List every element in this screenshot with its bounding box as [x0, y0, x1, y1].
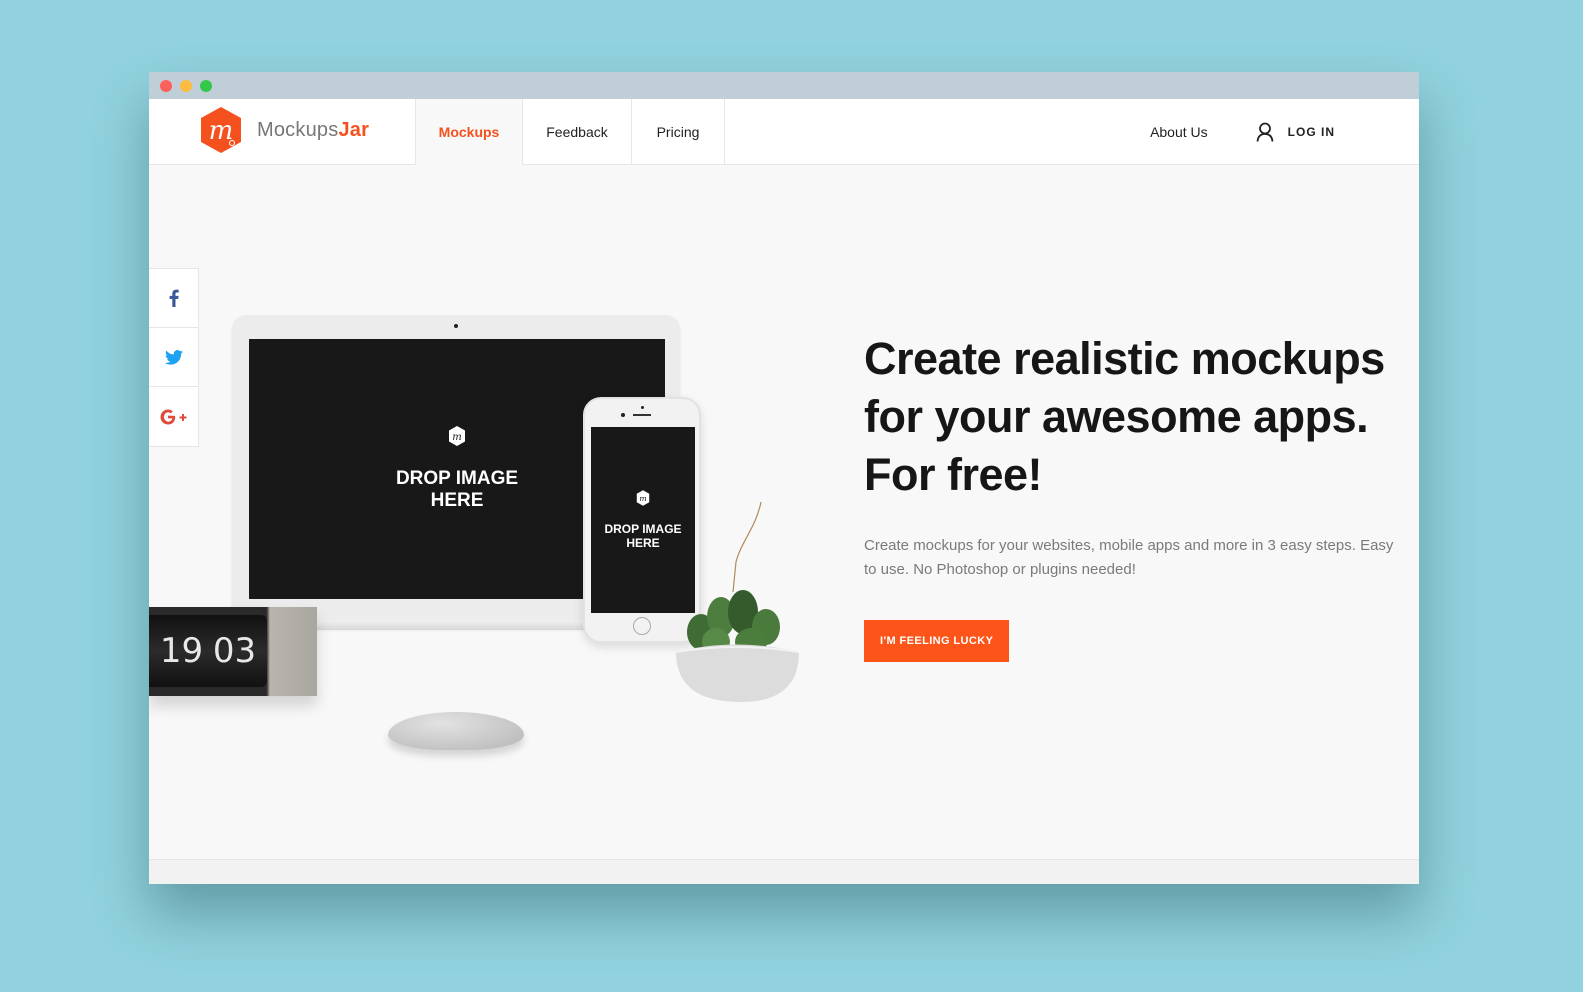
clock-face: 19 03	[149, 615, 267, 687]
share-twitter-button[interactable]	[149, 328, 198, 387]
facebook-icon	[169, 289, 179, 307]
brand-name: MockupsJar	[257, 119, 369, 142]
hero-headline-line3: For free!	[864, 449, 1043, 500]
about-us-link[interactable]: About Us	[1150, 124, 1208, 140]
brand-logo-link[interactable]: m MockupsJar	[199, 106, 369, 154]
login-label: LOG IN	[1287, 125, 1335, 139]
phone-drop-text: DROP IMAGE HERE	[604, 522, 681, 550]
maximize-window-button[interactable]	[200, 80, 212, 92]
minimize-window-button[interactable]	[180, 80, 192, 92]
hero-subtext: Create mockups for your websites, mobile…	[864, 537, 1394, 578]
flip-clock-decoration: 19 03	[149, 607, 317, 696]
phone-speaker	[633, 414, 651, 416]
phone-home-button	[633, 617, 651, 635]
laptop-camera	[454, 324, 458, 328]
laptop-drop-text-line1: DROP IMAGE	[395, 468, 519, 489]
phone-camera	[621, 413, 625, 417]
google-plus-icon	[160, 409, 186, 424]
phone-sensor	[641, 406, 644, 409]
hero-headline-line2: for your awesome apps.	[864, 391, 1369, 442]
hero-section: Create realistic mockups for your awesom…	[864, 330, 1409, 662]
tab-feedback[interactable]: Feedback	[523, 99, 632, 165]
user-icon	[1256, 122, 1274, 142]
svg-text:m: m	[639, 494, 646, 503]
twitter-icon	[164, 349, 183, 365]
browser-window: m MockupsJar Mockups Feedback Pricing Ab…	[149, 72, 1419, 884]
nav-right: About Us LOG IN	[1150, 99, 1335, 165]
hero-headline: Create realistic mockups for your awesom…	[864, 330, 1409, 504]
mockupsjar-hexagon-m-icon: m	[201, 107, 241, 153]
tab-pricing[interactable]: Pricing	[632, 99, 725, 165]
footer-strip	[149, 859, 1419, 884]
laptop-drop-text: DROP IMAGE HERE	[396, 468, 518, 512]
mouse-decoration	[388, 712, 524, 750]
login-button[interactable]: LOG IN	[1256, 122, 1335, 142]
share-facebook-button[interactable]	[149, 269, 198, 328]
feeling-lucky-button[interactable]: I'M FEELING LUCKY	[864, 620, 1010, 662]
brand-name-accent: Jar	[338, 118, 370, 141]
social-share-bar	[149, 268, 199, 447]
brand-name-primary: Mockups	[257, 118, 339, 141]
laptop-drop-text-line2: HERE	[430, 490, 484, 511]
share-google-plus-button[interactable]	[149, 387, 198, 446]
phone-drop-text-line1: DROP IMAGE	[604, 522, 682, 536]
phone-drop-text-line2: HERE	[626, 536, 660, 550]
main-nav-tabs: Mockups Feedback Pricing	[415, 99, 725, 165]
svg-text:m: m	[452, 432, 461, 443]
close-window-button[interactable]	[160, 80, 172, 92]
mockupsjar-logo-icon: m	[636, 490, 650, 506]
plant-pot-decoration	[675, 502, 800, 702]
clock-hour: 19	[159, 631, 204, 671]
hero-headline-line1: Create realistic mockups	[864, 333, 1385, 384]
tab-mockups[interactable]: Mockups	[416, 99, 523, 165]
clock-minute: 03	[212, 631, 257, 671]
mockupsjar-logo-icon: m	[449, 426, 465, 446]
window-titlebar	[149, 72, 1419, 99]
top-navbar: m MockupsJar Mockups Feedback Pricing Ab…	[149, 99, 1419, 165]
